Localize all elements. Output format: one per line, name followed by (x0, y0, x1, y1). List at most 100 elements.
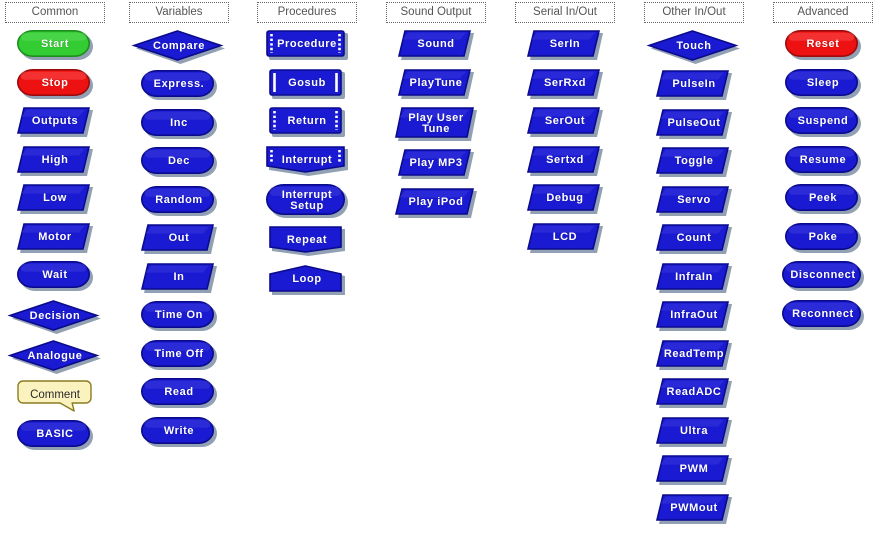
palette-block-reset[interactable]: Reset (785, 30, 861, 60)
palette-block-serrxd[interactable]: SerRxd (526, 68, 603, 99)
palette-block-dec[interactable]: Dec (141, 147, 217, 177)
palette-column-other-in-out: Other In/Out Touch PulseIn PulseOut Toggle Se… (639, 0, 749, 532)
palette-block-touch[interactable]: Touch (646, 30, 740, 64)
column-body-common: Start Stop Outputs High Low Motor Wait Decision… (0, 30, 110, 450)
block-label: Reset (806, 38, 840, 51)
palette-block-sound[interactable]: Sound (397, 30, 474, 60)
palette-block-toggle[interactable]: Toggle (655, 147, 732, 177)
palette-block-peek[interactable]: Peek (785, 184, 861, 214)
palette-block-low[interactable]: Low (16, 184, 93, 214)
palette-block-play-ipod[interactable]: Play iPod (394, 187, 477, 218)
column-body-other-in-out: Touch PulseIn PulseOut Toggle Servo Count Infr… (639, 30, 749, 524)
palette-block-express[interactable]: Express. (141, 70, 217, 100)
palette-block-sleep[interactable]: Sleep (785, 68, 861, 99)
palette-block-resume[interactable]: Resume (785, 145, 861, 176)
block-label: Write (163, 424, 195, 437)
palette-block-play-mp3[interactable]: Play MP3 (397, 149, 474, 179)
block-label: Wait (42, 269, 68, 282)
palette-block-disconnect[interactable]: Disconnect (782, 261, 864, 291)
block-label: Inc (170, 116, 188, 129)
palette-block-pulseout[interactable]: PulseOut (655, 108, 732, 139)
block-label: Play User Tune (408, 111, 464, 135)
block-label: Procedure (277, 38, 337, 51)
palette-column-common: Common Start Stop Outputs High Low Motor Wait De… (0, 0, 110, 459)
palette-column-sound-output: Sound Output Sound PlayTune Play User Tune Pl… (381, 0, 491, 226)
block-label: Reconnect (792, 307, 854, 320)
palette-block-sertxd[interactable]: Sertxd (526, 145, 603, 176)
block-label: InfraOut (670, 309, 718, 322)
palette-block-time-off[interactable]: Time Off (141, 339, 217, 370)
palette-block-loop[interactable]: Loop (269, 264, 345, 295)
column-body-variables: Compare Express. Inc Dec Random Out In Time On T… (124, 30, 234, 447)
palette-block-ultra[interactable]: Ultra (655, 416, 732, 447)
palette-block-serin[interactable]: SerIn (526, 30, 603, 60)
palette-block-pulsein[interactable]: PulseIn (655, 70, 732, 100)
palette-block-repeat[interactable]: Repeat (269, 226, 345, 256)
palette-column-advanced: Advanced Reset Sleep Suspend Resume Peek Poke D… (768, 0, 878, 338)
palette-block-high[interactable]: High (16, 145, 93, 176)
palette-block-motor[interactable]: Motor (16, 222, 93, 253)
palette-block-outputs[interactable]: Outputs (16, 107, 93, 137)
palette-block-time-on[interactable]: Time On (141, 301, 217, 331)
block-label: PWMout (670, 501, 718, 514)
block-label: Return (287, 115, 327, 128)
palette-block-compare[interactable]: Compare (131, 30, 225, 64)
palette-block-count[interactable]: Count (655, 224, 732, 254)
palette-block-servo[interactable]: Servo (655, 185, 732, 216)
block-label: PulseIn (672, 78, 716, 91)
palette-block-read[interactable]: Read (141, 378, 217, 408)
palette-block-random[interactable]: Random (141, 185, 217, 216)
palette-block-write[interactable]: Write (141, 416, 217, 447)
palette-block-out[interactable]: Out (140, 224, 217, 254)
palette-block-wait[interactable]: Wait (17, 261, 93, 291)
palette-block-debug[interactable]: Debug (526, 184, 603, 214)
palette-block-in[interactable]: In (140, 262, 217, 293)
palette-block-decision[interactable]: Decision (7, 299, 101, 334)
block-label: Gosub (288, 76, 326, 89)
block-label: LCD (552, 230, 578, 243)
block-label: Low (43, 192, 67, 205)
column-body-sound-output: Sound PlayTune Play User Tune Play MP3 Play i… (381, 30, 491, 218)
block-label: Peek (808, 192, 838, 205)
block-label: Stop (41, 76, 69, 89)
palette-block-inc[interactable]: Inc (141, 108, 217, 139)
column-header-common: Common (5, 2, 105, 23)
palette-block-procedure[interactable]: Procedure (266, 30, 348, 60)
block-label: Poke (808, 230, 838, 243)
block-label: PlayTune (409, 76, 463, 89)
palette-block-pwmout[interactable]: PWMout (655, 493, 732, 524)
palette-block-interrupt[interactable]: Interrupt (266, 145, 348, 176)
block-label: Sound (417, 38, 455, 51)
palette-block-suspend[interactable]: Suspend (785, 107, 861, 137)
palette-block-readadc[interactable]: ReadADC (655, 378, 732, 408)
palette-block-stop[interactable]: Stop (17, 68, 93, 99)
palette-block-return[interactable]: Return (269, 107, 345, 137)
palette-block-basic[interactable]: BASIC (17, 420, 93, 450)
block-label: Read (164, 386, 194, 399)
palette-block-pwm[interactable]: PWM (655, 455, 732, 485)
palette-block-analogue[interactable]: Analogue (7, 339, 101, 374)
block-label: ReadTemp (663, 347, 725, 360)
palette-block-poke[interactable]: Poke (785, 222, 861, 253)
palette-block-lcd[interactable]: LCD (526, 222, 603, 253)
block-label: Ultra (679, 424, 709, 437)
block-label: Suspend (797, 115, 849, 128)
palette-block-playtune[interactable]: PlayTune (397, 68, 474, 99)
block-label: Toggle (674, 155, 714, 168)
palette-block-infraout[interactable]: InfraOut (655, 301, 732, 331)
palette-block-readtemp[interactable]: ReadTemp (655, 339, 732, 370)
palette-block-reconnect[interactable]: Reconnect (782, 299, 864, 330)
block-label: PWM (679, 463, 709, 476)
block-label: High (41, 153, 69, 166)
palette-block-gosub[interactable]: Gosub (269, 68, 345, 99)
palette-block-play-user-tune[interactable]: Play User Tune (395, 107, 477, 141)
palette-block-infrain[interactable]: InfraIn (655, 262, 732, 293)
palette-block-start[interactable]: Start (17, 30, 93, 60)
block-label: Sertxd (546, 153, 584, 166)
palette-block-serout[interactable]: SerOut (526, 107, 603, 137)
column-header-other-in-out: Other In/Out (644, 2, 744, 23)
block-label: Out (168, 232, 190, 245)
palette-block-interrupt-setup[interactable]: Interrupt Setup (266, 184, 348, 218)
block-label: Sleep (806, 76, 840, 89)
palette-block-comment[interactable]: Comment (17, 379, 93, 412)
